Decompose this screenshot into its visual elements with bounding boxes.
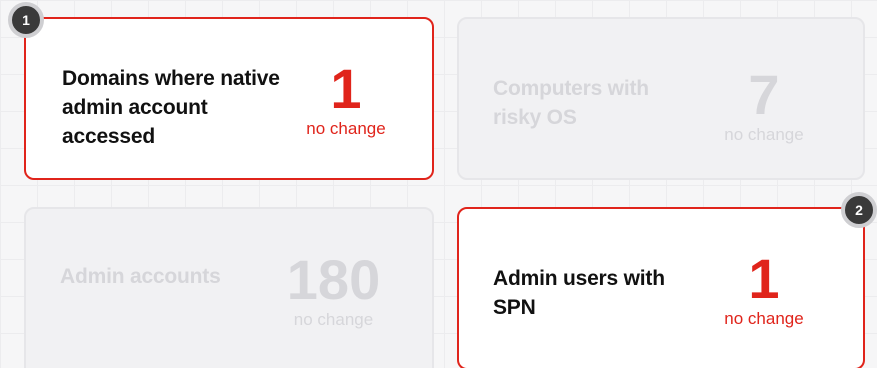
metric-value: 1 <box>330 57 362 120</box>
card-metric: 7 no change <box>709 63 819 145</box>
card-admin-accounts[interactable]: Admin accounts 180 no change <box>24 207 434 368</box>
step-badge-2: 2 <box>841 192 877 228</box>
card-title: Domains where native admin account acces… <box>62 67 280 148</box>
card-title: Admin users with SPN <box>493 267 665 319</box>
metric-change: no change <box>293 310 374 329</box>
card-computers-risky-os[interactable]: Computers with risky OS 7 no change <box>457 17 865 180</box>
card-title: Computers with risky OS <box>493 77 649 129</box>
metric-change: no change <box>306 119 386 138</box>
card-metric: 1 no change <box>296 57 396 139</box>
step-badge-1: 1 <box>8 2 44 38</box>
card-metric: 180 no change <box>276 248 391 330</box>
metric-change: no change <box>724 309 804 328</box>
card-domains-native-admin[interactable]: Domains where native admin account acces… <box>24 17 434 180</box>
metric-change: no change <box>724 125 804 144</box>
metric-value: 180 <box>286 248 381 311</box>
dashboard-canvas: 1 Domains where native admin account acc… <box>0 0 877 368</box>
card-metric: 1 no change <box>709 247 819 329</box>
card-title: Admin accounts <box>60 265 221 288</box>
card-admin-users-spn[interactable]: Admin users with SPN 1 no change <box>457 207 865 368</box>
metric-value: 1 <box>748 247 780 310</box>
metric-value: 7 <box>748 63 780 126</box>
